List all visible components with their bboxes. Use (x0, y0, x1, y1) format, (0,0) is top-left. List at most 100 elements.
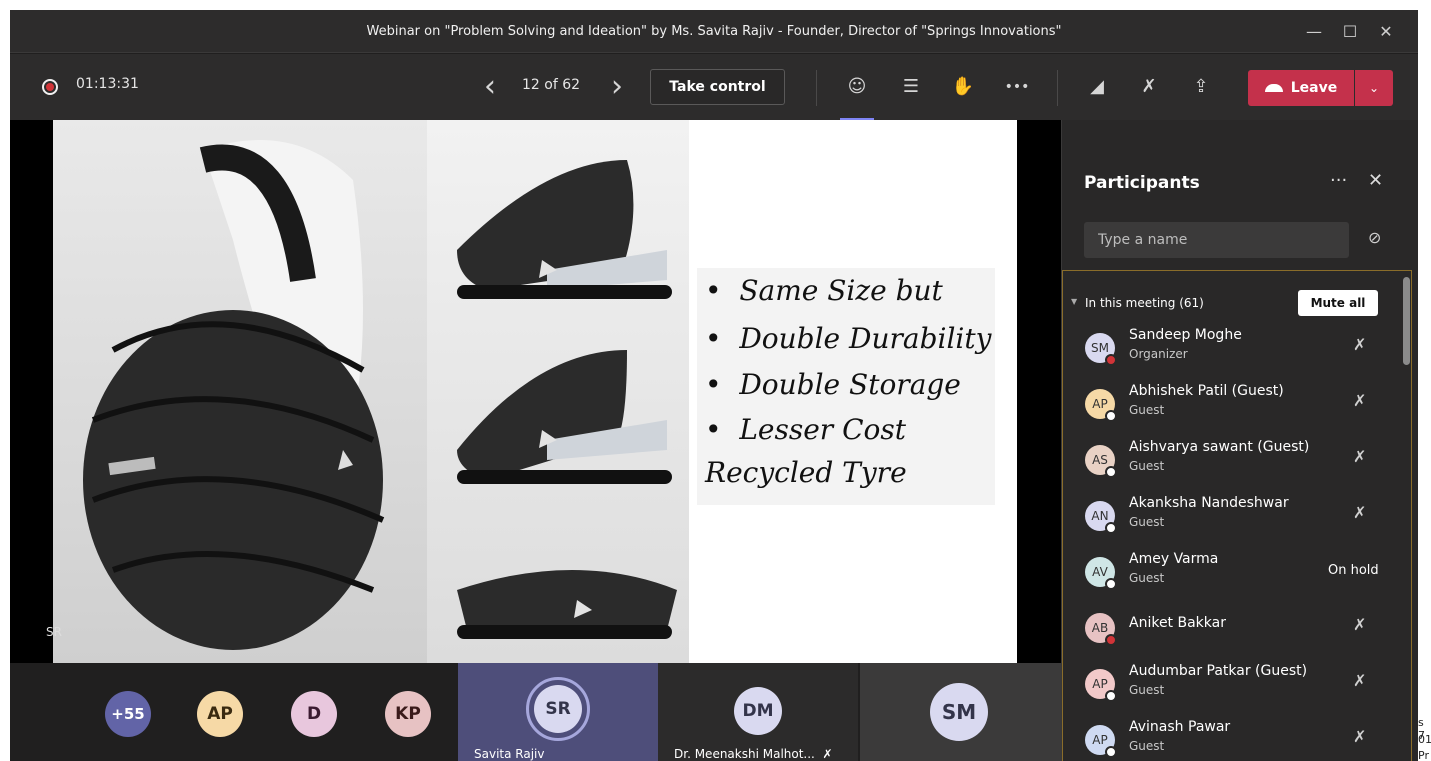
avatar: DM (734, 687, 782, 735)
next-slide-icon[interactable]: › (600, 70, 634, 104)
mic-off-icon[interactable]: ✗ (1353, 671, 1366, 690)
participant-role: Guest (1129, 403, 1165, 417)
maximize-icon[interactable]: ☐ (1332, 10, 1368, 53)
slide-bullet: • Double Durability (705, 322, 992, 355)
slide-bullet: • Same Size but (705, 274, 943, 307)
window-title: Webinar on "Problem Solving and Ideation… (366, 24, 1062, 39)
presentation-slide: • Same Size but • Double Durability • Do… (53, 120, 1017, 663)
participant-name: Audumbar Patkar (Guest) (1129, 663, 1308, 679)
participant-role: Guest (1129, 739, 1165, 753)
camera-off-icon[interactable]: ◢ (1080, 70, 1114, 104)
participants-icon[interactable]: ☺ (840, 70, 874, 104)
list-item[interactable]: AV Amey Varma Guest On hold (1063, 545, 1403, 601)
backpack-illustration (83, 140, 385, 650)
collapse-caret-icon[interactable]: ▼ (1071, 297, 1077, 306)
presence-dot (1105, 746, 1117, 758)
phone-hangup-icon (1264, 84, 1283, 92)
share-invite-link-icon[interactable]: ⊘ (1368, 228, 1381, 247)
mic-off-icon[interactable]: ✗ (1353, 503, 1366, 522)
list-item[interactable]: AP Avinash Pawar Guest ✗ (1063, 713, 1403, 761)
mic-off-icon[interactable]: ✗ (1353, 727, 1366, 746)
mute-all-button[interactable]: Mute all (1298, 290, 1378, 316)
participant-role: Guest (1129, 683, 1165, 697)
leave-label: Leave (1290, 80, 1338, 96)
backpack-photo (53, 120, 427, 663)
more-options-icon[interactable]: ··· (1330, 170, 1347, 191)
close-icon[interactable]: ✕ (1368, 10, 1404, 53)
tile-name: Savita Rajiv (474, 747, 545, 761)
avatar[interactable]: D (291, 691, 337, 737)
video-tile-active-speaker[interactable]: SR Savita Rajiv (458, 663, 658, 761)
slide-counter: 12 of 62 (522, 77, 581, 93)
slide-footer-line: Recycled Tyre (705, 456, 907, 489)
minimize-icon[interactable]: — (1296, 10, 1332, 53)
list-item[interactable]: AB Aniket Bakkar ✗ (1063, 601, 1403, 657)
slide-bullet: • Double Storage (705, 368, 961, 401)
mic-off-icon[interactable]: ✗ (1132, 70, 1166, 104)
video-tile[interactable]: SM (860, 663, 1061, 761)
presence-dot (1105, 690, 1117, 702)
avatar[interactable]: KP (385, 691, 431, 737)
participant-name: Aishvarya sawant (Guest) (1129, 439, 1310, 455)
backpack-side-views-photo (427, 120, 689, 663)
leave-options-chevron-icon[interactable]: ⌄ (1355, 70, 1393, 106)
mic-off-icon[interactable]: ✗ (1353, 447, 1366, 466)
toolbar-divider (816, 70, 817, 106)
on-hold-status: On hold (1328, 563, 1379, 578)
mic-off-icon[interactable]: ✗ (1353, 335, 1366, 354)
recording-icon (42, 79, 58, 95)
panel-title: Participants (1084, 173, 1200, 193)
participant-name: Aniket Bakkar (1129, 615, 1226, 631)
participant-name: Abhishek Patil (Guest) (1129, 383, 1284, 399)
background-text-fragment: Pr (1418, 749, 1429, 761)
participant-strip: +55 AP D KP SR Savita Rajiv DM Dr. Meena… (10, 663, 1061, 761)
meeting-toolbar: 01:13:31 ‹ 12 of 62 › Take control ☺ ☰ ✋… (10, 54, 1418, 121)
meeting-timer: 01:13:31 (76, 76, 139, 92)
tile-name: Dr. Meenakshi Malhot... ✗ (674, 747, 833, 761)
participant-name: Amey Varma (1129, 551, 1219, 567)
raise-hand-icon[interactable]: ✋ (946, 70, 980, 104)
take-control-button[interactable]: Take control (650, 69, 785, 105)
overflow-participants-badge[interactable]: +55 (105, 691, 151, 737)
scrollbar[interactable] (1403, 277, 1410, 365)
video-tile[interactable]: DM Dr. Meenakshi Malhot... ✗ (658, 663, 858, 761)
list-item[interactable]: SM Sandeep Moghe Organizer ✗ (1063, 321, 1403, 377)
mic-off-icon: ✗ (822, 747, 833, 761)
presence-dot (1105, 522, 1117, 534)
mic-off-icon[interactable]: ✗ (1353, 391, 1366, 410)
participant-role: Guest (1129, 459, 1165, 473)
list-item[interactable]: AN Akanksha Nandeshwar Guest ✗ (1063, 489, 1403, 545)
teams-meeting-window: Webinar on "Problem Solving and Ideation… (10, 10, 1418, 761)
list-item[interactable]: AP Audumbar Patkar (Guest) Guest ✗ (1063, 657, 1403, 713)
list-item[interactable]: AS Aishvarya sawant (Guest) Guest ✗ (1063, 433, 1403, 489)
list-item[interactable]: AP Abhishek Patil (Guest) Guest ✗ (1063, 377, 1403, 433)
presence-dot (1105, 578, 1117, 590)
presence-dot (1105, 634, 1117, 646)
participant-role: Guest (1129, 571, 1165, 585)
presence-dot (1105, 410, 1117, 422)
avatar: SM (930, 683, 988, 741)
participant-name: Avinash Pawar (1129, 719, 1231, 735)
presenter-tag: SR (46, 625, 62, 639)
avatar: SR (534, 685, 582, 733)
avatar[interactable]: AP (197, 691, 243, 737)
participant-name: Sandeep Moghe (1129, 327, 1242, 343)
leave-button[interactable]: Leave (1248, 70, 1354, 106)
participant-name: Akanksha Nandeshwar (1129, 495, 1289, 511)
section-header[interactable]: In this meeting (61) (1085, 296, 1204, 310)
share-screen-icon[interactable]: ⇪ (1184, 70, 1218, 104)
toolbar-divider (1057, 70, 1058, 106)
more-actions-icon[interactable]: ••• (1000, 70, 1034, 104)
previous-slide-icon[interactable]: ‹ (473, 70, 507, 104)
chat-icon[interactable]: ☰ (894, 70, 928, 104)
title-bar: Webinar on "Problem Solving and Ideation… (10, 10, 1418, 53)
participant-role: Guest (1129, 515, 1165, 529)
mic-off-icon[interactable]: ✗ (1353, 615, 1366, 634)
presence-dot (1105, 354, 1117, 366)
participant-list: ▼ In this meeting (61) Mute all SM Sande… (1062, 270, 1412, 761)
participant-search-input[interactable] (1084, 222, 1349, 258)
close-icon[interactable]: ✕ (1368, 170, 1383, 191)
backpack-side-illustration (457, 160, 677, 639)
slide-bullet-box: • Same Size but • Double Durability • Do… (697, 268, 995, 505)
slide-bullet: • Lesser Cost (705, 413, 906, 446)
